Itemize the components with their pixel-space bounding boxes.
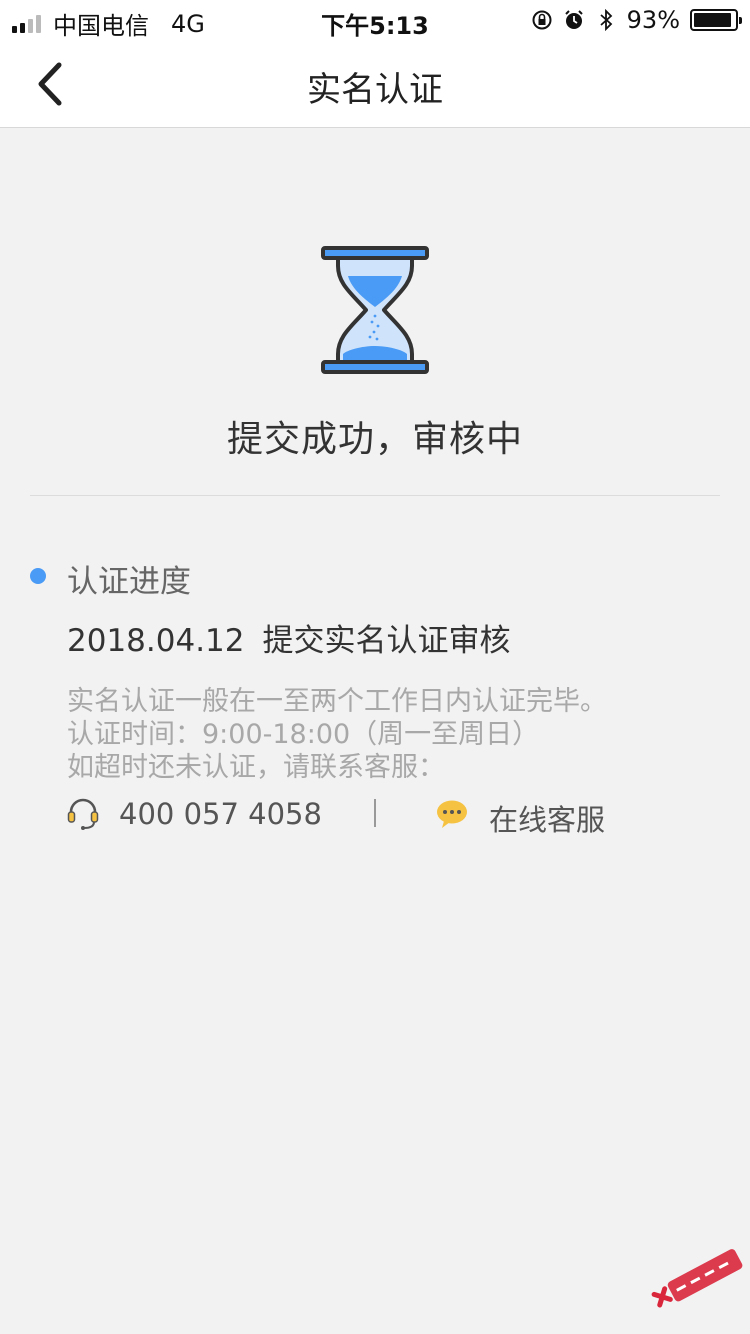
battery-percent: 93% [626, 6, 680, 34]
progress-text: 提交实名认证审核 [262, 623, 511, 659]
rotation-lock-icon [531, 9, 553, 31]
battery-fill [694, 13, 732, 27]
progress-date: 2018.04.12 [67, 623, 245, 659]
alarm-icon [563, 9, 585, 31]
nav-bar: 实名认证 [0, 40, 750, 128]
headset-icon [67, 798, 99, 830]
divider [30, 495, 720, 496]
contact-row: 400 057 4058 在线客服 [67, 795, 687, 837]
status-bar: 中国电信 4G 下午5:13 93% [0, 0, 750, 40]
progress-label: 认证进度 [67, 564, 191, 600]
phone-number-link[interactable]: 400 057 4058 [119, 797, 322, 831]
chat-bubble-icon [437, 800, 467, 828]
hourglass-icon [318, 244, 432, 376]
page-title: 实名认证 [307, 70, 443, 110]
contact-separator [374, 799, 376, 827]
note-duration: 实名认证一般在一至两个工作日内认证完毕。 [67, 686, 607, 717]
watermark-logo [648, 1244, 748, 1314]
status-right: 93% [531, 6, 742, 34]
note-timeout: 如超时还未认证，请联系客服： [67, 752, 445, 783]
bluetooth-icon [595, 9, 617, 31]
note-hours: 认证时间：9:00-18:00（周一至周日） [67, 719, 540, 750]
progress-entry: 2018.04.12 提交实名认证审核 [67, 615, 511, 660]
battery-icon [690, 9, 742, 31]
online-service-link[interactable]: 在线客服 [489, 797, 605, 839]
progress-dot [30, 568, 46, 584]
result-title: 提交成功，审核中 [226, 419, 523, 460]
